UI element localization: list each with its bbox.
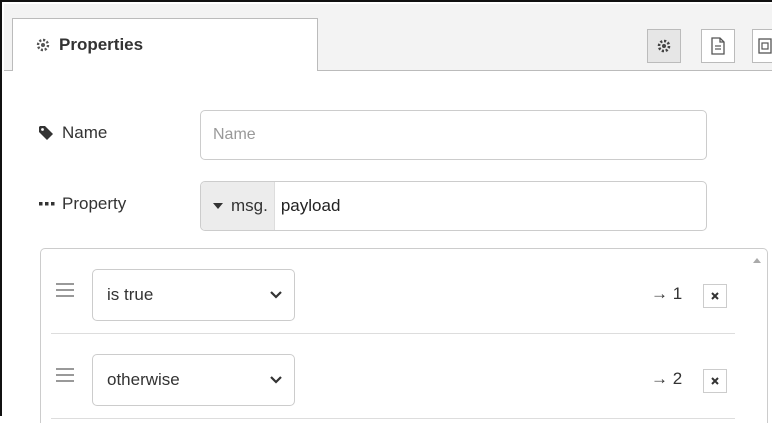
property-label: Property xyxy=(38,194,126,214)
tab-label: Properties xyxy=(59,35,143,55)
scroll-up-arrow-icon[interactable] xyxy=(747,249,767,269)
property-input[interactable]: msg. payload xyxy=(200,181,707,231)
rule-output-label: → 2 xyxy=(651,369,682,389)
ellipsis-icon xyxy=(38,200,56,208)
scrollbar[interactable] xyxy=(747,249,767,423)
rule-operator-select[interactable]: otherwise xyxy=(92,354,295,406)
document-icon xyxy=(710,37,726,55)
settings-button[interactable] xyxy=(647,29,681,63)
chevron-down-icon xyxy=(270,291,282,299)
rule-operator-select[interactable]: is true xyxy=(92,269,295,321)
drag-handle-icon[interactable] xyxy=(56,283,74,301)
tag-icon xyxy=(38,125,56,141)
rule-row: otherwise → 2 xyxy=(51,334,735,419)
chevron-down-icon xyxy=(270,376,282,384)
close-icon xyxy=(711,292,719,300)
rules-list: is true → 1 otherwise → 2 xyxy=(40,248,768,423)
name-input[interactable] xyxy=(200,110,707,160)
property-type-select[interactable]: msg. xyxy=(201,182,275,230)
delete-rule-button[interactable] xyxy=(703,369,727,393)
tab-properties[interactable]: Properties xyxy=(12,18,318,71)
rule-output-label: → 1 xyxy=(651,284,682,304)
description-button[interactable] xyxy=(701,29,735,63)
rule-row: is true → 1 xyxy=(51,249,735,334)
name-label: Name xyxy=(38,123,107,143)
caret-down-icon xyxy=(213,203,223,209)
editor-panel: Properties N xyxy=(0,0,772,416)
property-value[interactable]: payload xyxy=(275,182,341,230)
delete-rule-button[interactable] xyxy=(703,284,727,308)
close-icon xyxy=(711,377,719,385)
appearance-button[interactable] xyxy=(752,29,772,63)
gear-icon xyxy=(656,38,672,54)
gear-icon xyxy=(35,37,51,53)
tab-bar: Properties xyxy=(4,4,772,71)
drag-handle-icon[interactable] xyxy=(56,368,74,386)
frame-icon xyxy=(757,37,772,55)
